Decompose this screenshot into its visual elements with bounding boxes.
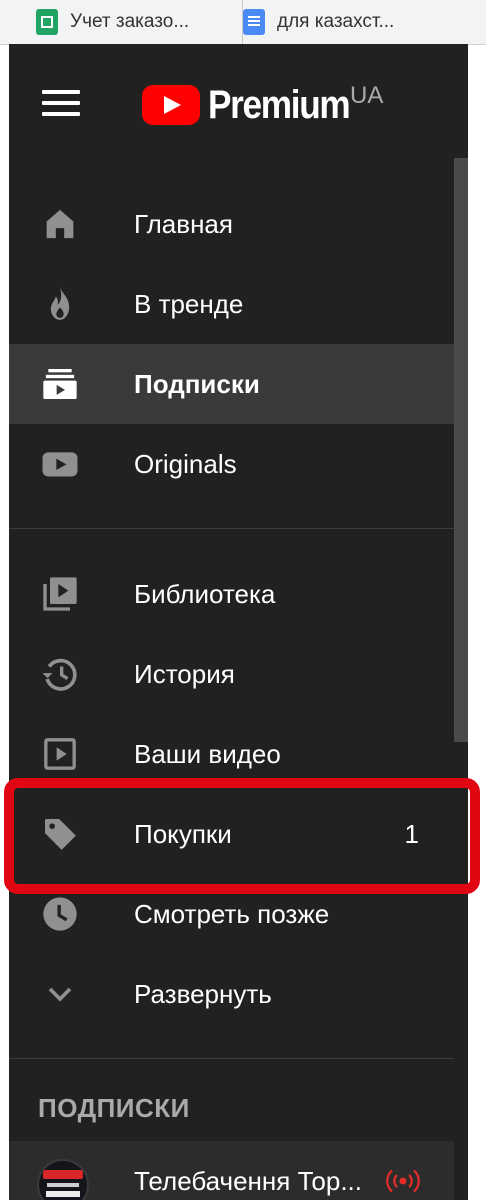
section-divider xyxy=(9,1058,454,1059)
nav-item-home[interactable]: Главная xyxy=(9,184,454,264)
browser-tab-label: для казахст... xyxy=(277,11,395,32)
logo-text: Premium xyxy=(208,82,351,127)
section-divider xyxy=(9,528,454,529)
nav-item-label: Главная xyxy=(134,209,233,239)
nav-item-label: Ваши видео xyxy=(134,739,281,769)
watch-later-icon xyxy=(43,897,77,931)
nav-item-label: Смотреть позже xyxy=(134,899,330,929)
trending-icon xyxy=(50,287,70,320)
browser-tab-label: Учет заказо... xyxy=(70,11,190,32)
nav-item-library[interactable]: Библиотека xyxy=(9,554,454,634)
subscription-channel-item[interactable]: Телебачення Тор... xyxy=(9,1141,454,1200)
home-icon xyxy=(46,209,74,239)
scrollbar-thumb[interactable] xyxy=(454,158,468,742)
browser-tab-kazakhstan[interactable]: для казахст... xyxy=(243,0,486,44)
library-icon xyxy=(43,577,77,611)
subscriptions-icon xyxy=(43,369,77,399)
originals-icon xyxy=(42,452,78,477)
nav-item-originals[interactable]: Originals xyxy=(9,424,454,504)
country-code: UA xyxy=(350,82,384,109)
channel-name: Телебачення Тор... xyxy=(134,1166,363,1196)
hamburger-menu-icon[interactable] xyxy=(42,90,80,116)
youtube-play-icon xyxy=(142,85,200,125)
chevron-down-icon xyxy=(48,987,72,1002)
live-broadcast-icon xyxy=(386,1169,420,1193)
nav-item-label: В тренде xyxy=(134,289,244,319)
nav-item-trending[interactable]: В тренде xyxy=(9,264,454,344)
nav-item-label: Подписки xyxy=(134,369,260,399)
channel-avatar xyxy=(37,1159,89,1200)
docs-icon xyxy=(243,9,265,35)
browser-tab-orders[interactable]: Учет заказо... xyxy=(36,0,243,44)
nav-item-label: Originals xyxy=(134,449,237,479)
sheets-icon xyxy=(36,9,58,35)
guide-header: Premium UA xyxy=(9,44,468,158)
nav-item-label: Библиотека xyxy=(134,579,276,609)
subscriptions-section-title: ПОДПИСКИ xyxy=(38,1093,190,1123)
browser-tab-strip: Учет заказо... для казахст... xyxy=(0,0,486,45)
youtube-premium-logo[interactable]: Premium xyxy=(142,82,369,128)
nav-item-history[interactable]: История xyxy=(9,634,454,714)
nav-item-label: Развернуть xyxy=(134,979,272,1009)
your-videos-icon xyxy=(44,738,76,770)
nav-item-label: История xyxy=(134,659,235,689)
nav-item-expand[interactable]: Развернуть xyxy=(9,954,454,1034)
youtube-guide-panel: Premium UA Главная В тренде Подписки Ori… xyxy=(9,44,468,1200)
history-icon xyxy=(42,658,77,691)
highlight-frame-annotation xyxy=(4,778,480,894)
nav-item-subscriptions[interactable]: Подписки xyxy=(9,344,454,424)
